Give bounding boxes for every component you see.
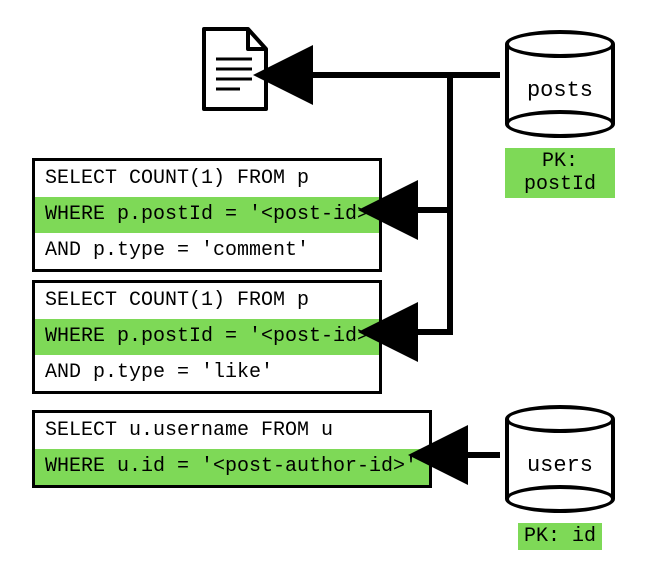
query-likes-line3: AND p.type = 'like' bbox=[35, 355, 379, 391]
query-comments-line3: AND p.type = 'comment' bbox=[35, 233, 379, 269]
diagram-canvas: posts PK: postId users PK: id SELECT COU… bbox=[0, 0, 659, 573]
document-icon bbox=[200, 25, 272, 118]
query-author: SELECT u.username FROM u WHERE u.id = '<… bbox=[32, 410, 432, 488]
db-label-users: users bbox=[527, 453, 593, 478]
pk-badge-posts: PK: postId bbox=[505, 148, 615, 198]
database-users: users PK: id bbox=[505, 405, 615, 550]
query-likes: SELECT COUNT(1) FROM p WHERE p.postId = … bbox=[32, 280, 382, 394]
query-comments-line2: WHERE p.postId = '<post-id>' bbox=[35, 197, 379, 233]
query-comments-line1: SELECT COUNT(1) FROM p bbox=[35, 161, 379, 197]
query-author-line1: SELECT u.username FROM u bbox=[35, 413, 429, 449]
query-comments: SELECT COUNT(1) FROM p WHERE p.postId = … bbox=[32, 158, 382, 272]
query-author-line2: WHERE u.id = '<post-author-id>' bbox=[35, 449, 429, 485]
query-likes-line2: WHERE p.postId = '<post-id>' bbox=[35, 319, 379, 355]
database-posts: posts PK: postId bbox=[505, 30, 615, 198]
pk-badge-users: PK: id bbox=[518, 523, 602, 550]
query-likes-line1: SELECT COUNT(1) FROM p bbox=[35, 283, 379, 319]
db-label-posts: posts bbox=[527, 78, 593, 103]
